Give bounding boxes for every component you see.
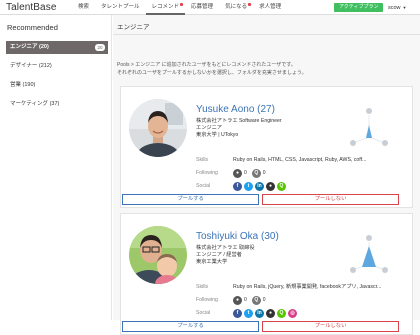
candidate-info: 株式会社アトラエ 取締役 エンジニア / 経営者 東京工業大学 xyxy=(196,245,255,266)
nav-talent-pool[interactable]: タレントプール xyxy=(95,0,146,15)
school: 東京大学 | UTokyo xyxy=(196,132,239,138)
candidate-card: Toshiyuki Oka (30) 株式会社アトラエ 取締役 エンジニア / … xyxy=(120,213,413,335)
notification-dot xyxy=(248,3,252,6)
candidate-details: Skills Ruby on Rails, jQuery, 新規事業開発, fac… xyxy=(196,281,406,320)
avatar[interactable] xyxy=(129,226,187,284)
nav-interested[interactable]: 気になる xyxy=(219,0,253,15)
nav-interested-label: 気になる xyxy=(225,4,248,10)
social-label: Social xyxy=(196,310,211,316)
count-badge: 20 xyxy=(95,44,105,51)
following-label: Following xyxy=(196,170,218,176)
qiita-icon[interactable]: Q xyxy=(277,182,286,191)
sidebar: Recommended エンジニア (20) 20 デザイナー (212) 営業 … xyxy=(0,15,112,320)
github-icon[interactable]: ● xyxy=(266,309,275,318)
following-label: Following xyxy=(196,297,218,303)
sidebar-title: Recommended xyxy=(7,23,58,32)
sidebar-item-label: エンジニア (20) xyxy=(10,44,49,50)
divider xyxy=(113,34,420,35)
company: 株式会社アトラエ Software Engineer xyxy=(196,118,282,124)
plan-badge[interactable]: アクティブプラン xyxy=(334,3,384,12)
skills-row: Skills Ruby on Rails, HTML, CSS, Javascri… xyxy=(196,154,406,167)
nav-applications[interactable]: 応募管理 xyxy=(185,0,219,15)
nav-recommend-label: レコメンド xyxy=(151,4,180,10)
qiita-icon[interactable]: Q xyxy=(251,296,261,305)
nav-search[interactable]: 検索 xyxy=(72,0,95,15)
facebook-icon[interactable]: f xyxy=(233,309,242,318)
description-line-1: Pools > エンジニア に追加されたユーザをもとにレコメンドされたユーザです… xyxy=(117,62,296,68)
app-logo[interactable]: TalentBase xyxy=(6,2,56,13)
nav-jobs[interactable]: 求人管理 xyxy=(253,0,287,15)
candidate-card: Yusuke Aono (27) 株式会社アトラエ Software Engin… xyxy=(120,86,413,208)
skill-radar-chart xyxy=(350,235,388,273)
skills-value: Ruby on Rails, HTML, CSS, Javascript, Ru… xyxy=(233,157,367,163)
following-count: 0 xyxy=(244,297,247,303)
skills-label: Skills xyxy=(196,284,209,290)
following-count: 0 xyxy=(262,170,266,176)
pool-button[interactable]: プールする xyxy=(122,194,259,205)
page-description: Pools > エンジニア に追加されたユーザをもとにレコメンドされたユーザです… xyxy=(117,61,417,77)
candidate-name[interactable]: Toshiyuki Oka (30) xyxy=(196,231,279,242)
linkedin-icon[interactable]: in xyxy=(255,182,264,191)
notification-dot xyxy=(180,3,184,6)
candidate-details: Skills Ruby on Rails, HTML, CSS, Javascri… xyxy=(196,154,406,193)
sidebar-item-engineer[interactable]: エンジニア (20) 20 xyxy=(6,41,108,54)
no-pool-button[interactable]: プールしない xyxy=(262,321,399,332)
nav-recommend[interactable]: レコメンド xyxy=(145,0,186,15)
school: 東京工業大学 xyxy=(196,259,228,265)
skill-radar-chart xyxy=(350,108,388,146)
avatar[interactable] xyxy=(129,99,187,157)
top-bar: TalentBase 検索 タレントプール レコメンド 応募管理 気になる 求人… xyxy=(0,0,420,15)
github-icon[interactable]: ● xyxy=(266,182,275,191)
social-row: Social f t in ● Q ◎ xyxy=(196,307,406,320)
description-line-2: それぞれのユーザをプールするかしないかを選択し、フォルダを充実させましょう。 xyxy=(117,70,307,76)
skills-label: Skills xyxy=(196,157,209,163)
social-label: Social xyxy=(196,183,211,189)
facebook-icon[interactable]: f xyxy=(233,182,242,191)
company: 株式会社アトラエ 取締役 xyxy=(196,245,255,251)
role: エンジニア xyxy=(196,125,222,131)
github-icon[interactable]: ● xyxy=(233,169,242,178)
skills-value: Ruby on Rails, jQuery, 新規事業開発, facebookア… xyxy=(233,284,382,290)
user-menu[interactable]: scow ▼ xyxy=(388,2,407,14)
skills-row: Skills Ruby on Rails, jQuery, 新規事業開発, fac… xyxy=(196,281,406,294)
main-content: エンジニア Pools > エンジニア に追加されたユーザをもとにレコメンドされ… xyxy=(113,15,420,335)
no-pool-button[interactable]: プールしない xyxy=(262,194,399,205)
user-name: scow xyxy=(388,5,401,11)
twitter-icon[interactable]: t xyxy=(244,309,253,318)
main-nav: 検索 タレントプール レコメンド 応募管理 気になる 求人管理 xyxy=(72,0,287,15)
pool-button[interactable]: プールする xyxy=(122,321,259,332)
github-icon[interactable]: ● xyxy=(233,296,242,305)
candidate-info: 株式会社アトラエ Software Engineer エンジニア 東京大学 | … xyxy=(196,118,282,139)
candidate-name[interactable]: Yusuke Aono (27) xyxy=(196,104,275,115)
social-row: Social f t in ● Q xyxy=(196,180,406,193)
following-row: Following ● 0 Q0 xyxy=(196,294,406,307)
qiita-icon[interactable]: Q xyxy=(251,169,261,178)
sidebar-item-designer[interactable]: デザイナー (212) xyxy=(6,60,108,73)
following-row: Following ● 0 Q0 xyxy=(196,167,406,180)
following-count: 0 xyxy=(262,297,266,303)
dribbble-icon[interactable]: ◎ xyxy=(288,309,297,318)
sidebar-item-sales[interactable]: 営業 (190) xyxy=(6,79,108,92)
twitter-icon[interactable]: t xyxy=(244,182,253,191)
page-title: エンジニア xyxy=(117,24,150,31)
sidebar-item-marketing[interactable]: マーケティング (37) xyxy=(6,98,108,111)
sidebar-list: エンジニア (20) 20 デザイナー (212) 営業 (190) マーケティン… xyxy=(6,41,108,117)
following-count: 0 xyxy=(244,170,247,176)
chevron-down-icon: ▼ xyxy=(402,5,407,10)
role: エンジニア / 経営者 xyxy=(196,252,242,258)
qiita-icon[interactable]: Q xyxy=(277,309,286,318)
linkedin-icon[interactable]: in xyxy=(255,309,264,318)
